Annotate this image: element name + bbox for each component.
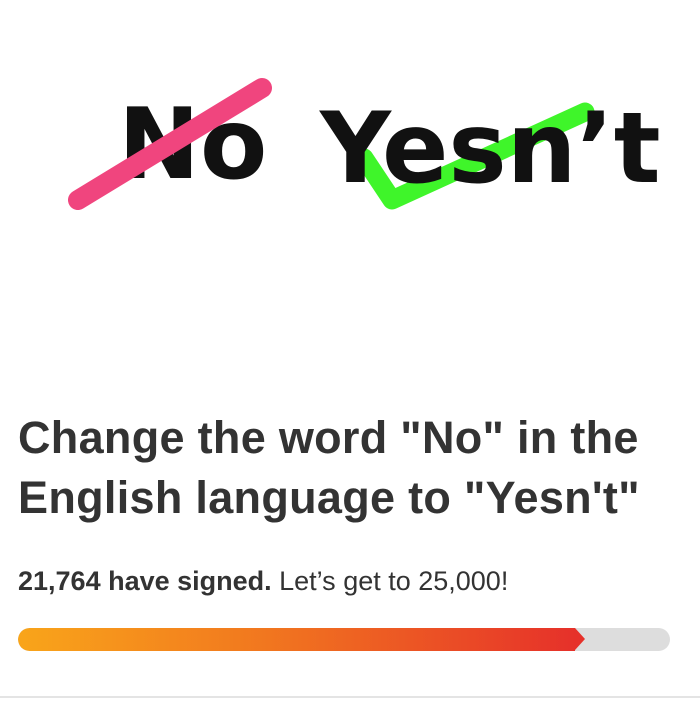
divider (0, 696, 700, 698)
signature-status: 21,764 have signed. Let’s get to 25,000! (18, 563, 508, 599)
hero-image: No Yesn’t (0, 0, 700, 380)
signature-progress-bar (18, 628, 670, 651)
progress-arrow-icon (575, 628, 586, 650)
petition-card: No Yesn’t Change the word "No" in the En… (0, 0, 700, 728)
hero-illustration: No Yesn’t (68, 78, 661, 210)
petition-title: Change the word "No" in the English lang… (18, 412, 640, 523)
signature-count: 21,764 have signed. (18, 566, 272, 596)
signature-goal: Let’s get to 25,000! (271, 566, 509, 596)
signature-progress-fill (18, 628, 576, 651)
replacement-word: Yesn’t (319, 92, 661, 206)
